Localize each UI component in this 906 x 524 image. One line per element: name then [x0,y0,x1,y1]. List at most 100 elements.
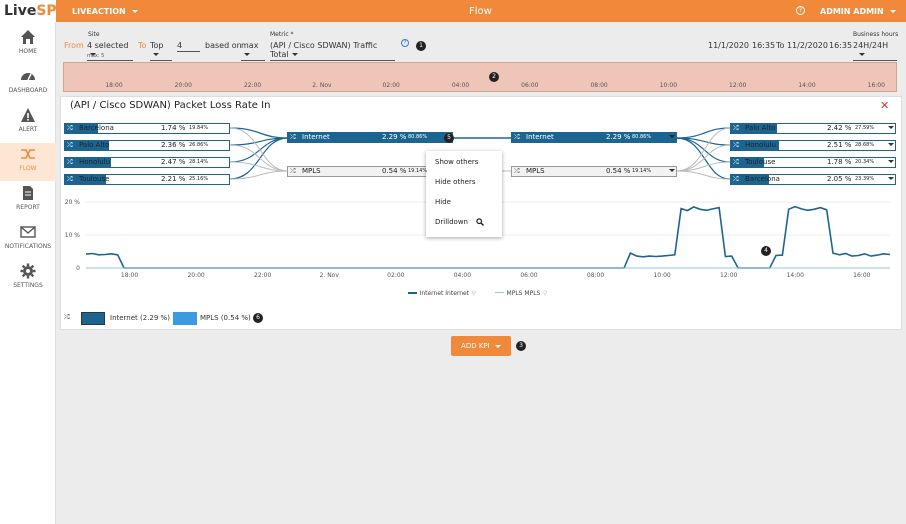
flow-icon: ⤮ [67,124,73,132]
callout-badge-4: 4 [761,246,771,256]
mid-left-internet-node[interactable]: ⤮ Internet 2.29 % 80.86% [287,132,453,143]
chevron-down-icon[interactable] [888,160,894,163]
timeline-brush[interactable]: 18:00 20:00 22:00 2. Nov 02:00 04:00 06:00 08:0… [63,62,897,92]
chevron-down-icon [859,53,865,56]
chevron-down-icon[interactable] [669,169,675,172]
close-icon[interactable]: ✕ [880,99,889,112]
site-pct: 2.21 % [161,175,186,183]
business-hours-label: Business hours [853,31,899,38]
legend-swatch [495,292,504,293]
metric-select-value: (API / Cisco SDWAN) Traffic Total [270,41,378,59]
mid-right-internet-node[interactable]: ⤮ Internet 2.29 % 80.86% [511,132,677,143]
flow-icon: ⤮ [67,175,73,183]
sidebar: HOME DASHBOARD ALERT FLOW REPORT NOTIFIC… [0,22,56,524]
left-site-node[interactable]: ⤮ Barcelona 1.74 % 19.84% [64,123,230,134]
mid-right-mpls-node[interactable]: ⤮ MPLS 0.54 % 19.14% [511,166,677,177]
timeline-tick: 14:00 [798,82,816,89]
add-kpi-button[interactable]: ADD KPI [451,336,511,356]
project-label: LIVEACTION [72,7,126,16]
x-tick-label: 20:00 [187,272,204,279]
left-site-node[interactable]: ⤮ Toulouse 2.21 % 25.16% [64,174,230,185]
info-icon[interactable]: ? [401,39,409,47]
chevron-down-icon[interactable] [888,177,894,180]
node-pct: 2.29 % [606,133,631,141]
flow-icon: ⤮ [290,133,296,141]
sidebar-item-flow[interactable]: FLOW [0,143,56,181]
flow-icon: ⤮ [67,158,73,166]
based-on-value: max [241,41,259,50]
sidebar-item-home[interactable]: HOME [0,26,56,64]
right-site-node[interactable]: ⤮ Barcelona 2.05 % 23.39% [730,174,896,185]
flow-icon: ⤮ [67,141,73,149]
chevron-down-icon[interactable] [888,126,894,129]
timeline-tick: 12:00 [729,82,747,89]
panel-title: (API / Cisco SDWAN) Packet Loss Rate In [70,100,271,111]
chevron-down-icon[interactable] [669,135,675,138]
search-icon [476,218,485,226]
y-tick-label: 10 % [65,232,81,239]
search-icon[interactable]: ⚲ [543,290,547,297]
time-to[interactable]: 16:35 [829,41,852,50]
x-tick-label: 04:00 [454,272,471,279]
top-count-input[interactable]: 4 [177,41,200,52]
top-select[interactable]: Top [150,41,172,61]
search-icon[interactable]: ⚲ [472,290,476,297]
chevron-down-icon [889,10,896,13]
sidebar-item-report[interactable]: REPORT [0,182,56,220]
menu-item-drilldown[interactable]: Drilldown [435,218,485,226]
right-site-node[interactable]: ⤮ Toulouse 1.78 % 20.34% [730,157,896,168]
chart-legend-mpls[interactable]: MPLS MPLS ⚲ [495,288,547,297]
mid-left-mpls-node[interactable]: ⤮ MPLS 0.54 % 19.14% [287,166,427,177]
warning-icon [21,108,35,122]
legend-swatch-internet[interactable] [81,312,105,325]
user-menu[interactable]: ADMIN ADMIN [820,7,896,16]
node-name: Internet [302,133,330,141]
site-pct: 2.42 % [827,124,852,132]
user-name: ADMIN ADMIN [820,7,884,16]
chevron-down-icon[interactable] [888,143,894,146]
left-site-node[interactable]: ⤮ Palo Alto 2.36 % 26.86% [64,140,230,151]
app-logo[interactable]: LiveSP [0,0,57,22]
sidebar-item-alert[interactable]: ALERT [0,104,56,142]
chart-legend-internet[interactable]: Internet Internet ⚲ [408,288,476,297]
time-from[interactable]: 16:35 [752,41,775,50]
drilldown-label: Drilldown [435,218,468,226]
legend-label: Internet Internet [419,290,470,297]
timeline-tick: 08:00 [590,82,608,89]
menu-item-hide-others[interactable]: Hide others [435,178,475,186]
x-tick-label: 12:00 [720,272,737,279]
timeline-tick: 10:00 [659,82,678,89]
business-hours-select[interactable]: 24H/24H [853,41,897,61]
menu-item-show-others[interactable]: Show others [435,158,478,166]
metric-select[interactable]: (API / Cisco SDWAN) Traffic Total [270,41,395,61]
timeline-tick: 2. Nov [312,82,332,89]
site-share: 28.14% [189,159,209,165]
based-on-label: based on [205,41,242,50]
node-name: Internet [526,133,554,141]
timeline-tick: 02:00 [382,82,400,89]
site-name: Palo Alto [745,124,776,132]
sidebar-item-dashboard[interactable]: DASHBOARD [0,65,56,103]
sidebar-item-notifications[interactable]: NOTIFICATIONS [0,221,56,259]
date-from[interactable]: 11/1/2020 [708,41,749,50]
callout-badge-5: 5 [444,133,454,143]
based-on-select[interactable]: max [241,41,265,61]
node-share: 19.14% [632,168,652,174]
callout-badge-1: 1 [416,41,426,51]
timeline-tick: 16:00 [867,82,885,89]
x-tick-label: 22:00 [254,272,271,279]
menu-item-hide[interactable]: Hide [435,198,451,206]
x-tick-label: 2. Nov [320,272,340,279]
help-icon[interactable]: ? [796,6,805,15]
date-to[interactable]: To 11/2/2020 [776,41,828,50]
project-selector[interactable]: LIVEACTION [72,7,138,16]
sidebar-item-settings[interactable]: SETTINGS [0,260,56,298]
site-name: Toulouse [745,158,776,166]
callout-badge-6: 6 [253,313,263,323]
speedometer-icon [21,73,35,81]
legend-swatch-mpls[interactable] [173,312,197,325]
right-site-node[interactable]: ⤮ Palo Alto 2.42 % 27.59% [730,123,896,134]
right-site-node[interactable]: ⤮ Honolulu 2.51 % 28.68% [730,140,896,151]
site-share: 28.68% [855,142,875,148]
left-site-node[interactable]: ⤮ Honolulu 2.47 % 28.14% [64,157,230,168]
